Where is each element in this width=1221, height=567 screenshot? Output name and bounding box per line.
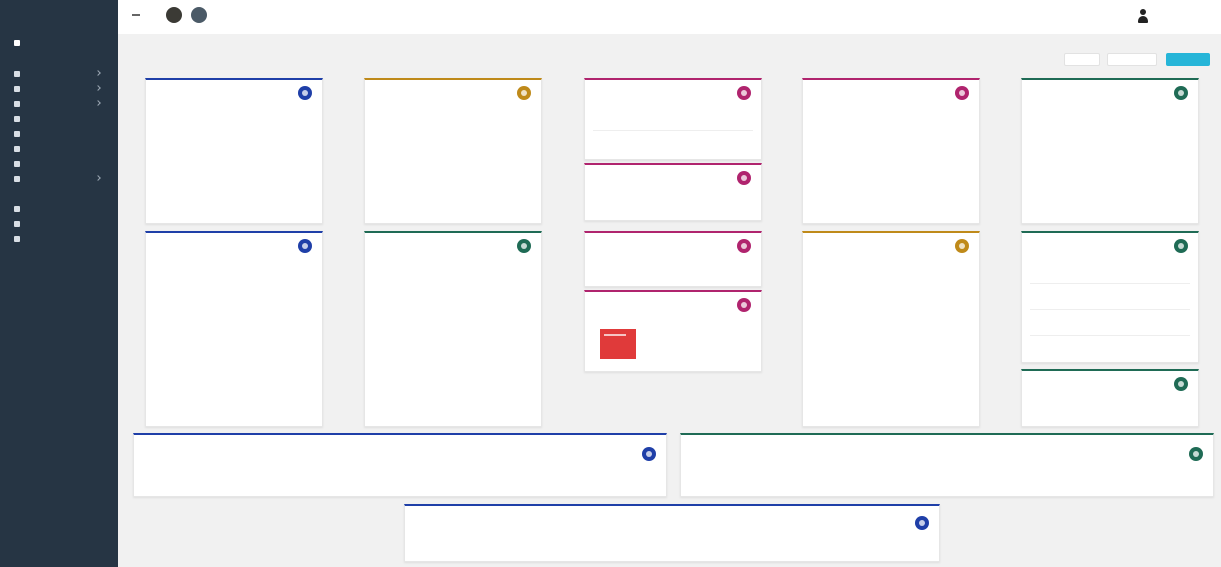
card-6	[1021, 78, 1199, 224]
list-icon	[14, 221, 20, 227]
badge-image	[600, 329, 636, 359]
card-16	[404, 504, 940, 562]
chevron-down-icon	[95, 70, 101, 76]
sidebar-item-11[interactable]	[14, 234, 24, 244]
sidebar-item-1[interactable]	[14, 69, 101, 79]
header-button-primary[interactable]	[1166, 53, 1210, 66]
menu-toggle-icon[interactable]	[132, 14, 140, 16]
mail-icon	[915, 516, 929, 530]
card-2	[364, 78, 542, 224]
divider	[1030, 335, 1190, 336]
sidebar-item-home[interactable]	[14, 38, 24, 48]
card-5	[802, 78, 980, 224]
sidebar-item-2[interactable]	[14, 84, 101, 94]
star-icon	[517, 239, 531, 253]
divider	[593, 130, 753, 131]
divider	[1030, 283, 1190, 284]
chevron-down-icon	[95, 175, 101, 181]
hand-icon	[1174, 239, 1188, 253]
dollar-icon	[14, 161, 20, 167]
box-icon	[517, 86, 531, 100]
header-button-1[interactable]	[1064, 53, 1100, 66]
sidebar	[0, 0, 118, 567]
user-icon[interactable]	[1138, 9, 1148, 23]
sidebar-item-6[interactable]	[14, 144, 24, 154]
card-14	[133, 433, 667, 497]
users-icon	[14, 86, 20, 92]
calendar-icon	[298, 86, 312, 100]
card-3	[584, 78, 762, 160]
sidebar-item-7[interactable]	[14, 159, 24, 169]
logo-icon	[166, 7, 182, 23]
heart-icon	[737, 86, 751, 100]
header-button-2[interactable]	[1107, 53, 1157, 66]
card-13	[1021, 369, 1199, 427]
cloud-icon	[298, 239, 312, 253]
shield-icon	[737, 171, 751, 185]
heart-icon	[955, 239, 969, 253]
people-icon	[1174, 86, 1188, 100]
gear-icon	[737, 298, 751, 312]
top-bar	[118, 0, 1221, 34]
sidebar-item-5[interactable]	[14, 129, 24, 139]
circle-icon	[14, 116, 20, 122]
card-11	[802, 231, 980, 427]
folder-icon	[955, 86, 969, 100]
warning-icon	[14, 206, 20, 212]
clock-icon	[642, 447, 656, 461]
monitor-icon	[14, 176, 20, 182]
chart-icon	[14, 146, 20, 152]
card-15	[680, 433, 1214, 497]
sidebar-item-3[interactable]	[14, 99, 101, 109]
card-10	[584, 290, 762, 372]
card-4	[584, 163, 762, 221]
chat-icon	[1189, 447, 1203, 461]
card-9	[584, 231, 762, 287]
card-8	[364, 231, 542, 427]
sidebar-item-10[interactable]	[14, 219, 24, 229]
card-7	[145, 231, 323, 427]
home-icon	[14, 40, 20, 46]
sidebar-item-4[interactable]	[14, 114, 24, 124]
sidebar-item-8[interactable]	[14, 174, 101, 184]
card-12	[1021, 231, 1199, 363]
gear-icon	[14, 71, 20, 77]
grid-icon	[14, 236, 20, 242]
logo-secondary-icon	[191, 7, 207, 23]
chevron-down-icon	[95, 100, 101, 106]
chart-icon	[737, 239, 751, 253]
chevron-down-icon	[95, 85, 101, 91]
calendar-icon	[14, 131, 20, 137]
divider	[1030, 309, 1190, 310]
card-1	[145, 78, 323, 224]
eye-icon	[1174, 377, 1188, 391]
sidebar-item-9[interactable]	[14, 204, 24, 214]
heart-icon	[14, 101, 20, 107]
